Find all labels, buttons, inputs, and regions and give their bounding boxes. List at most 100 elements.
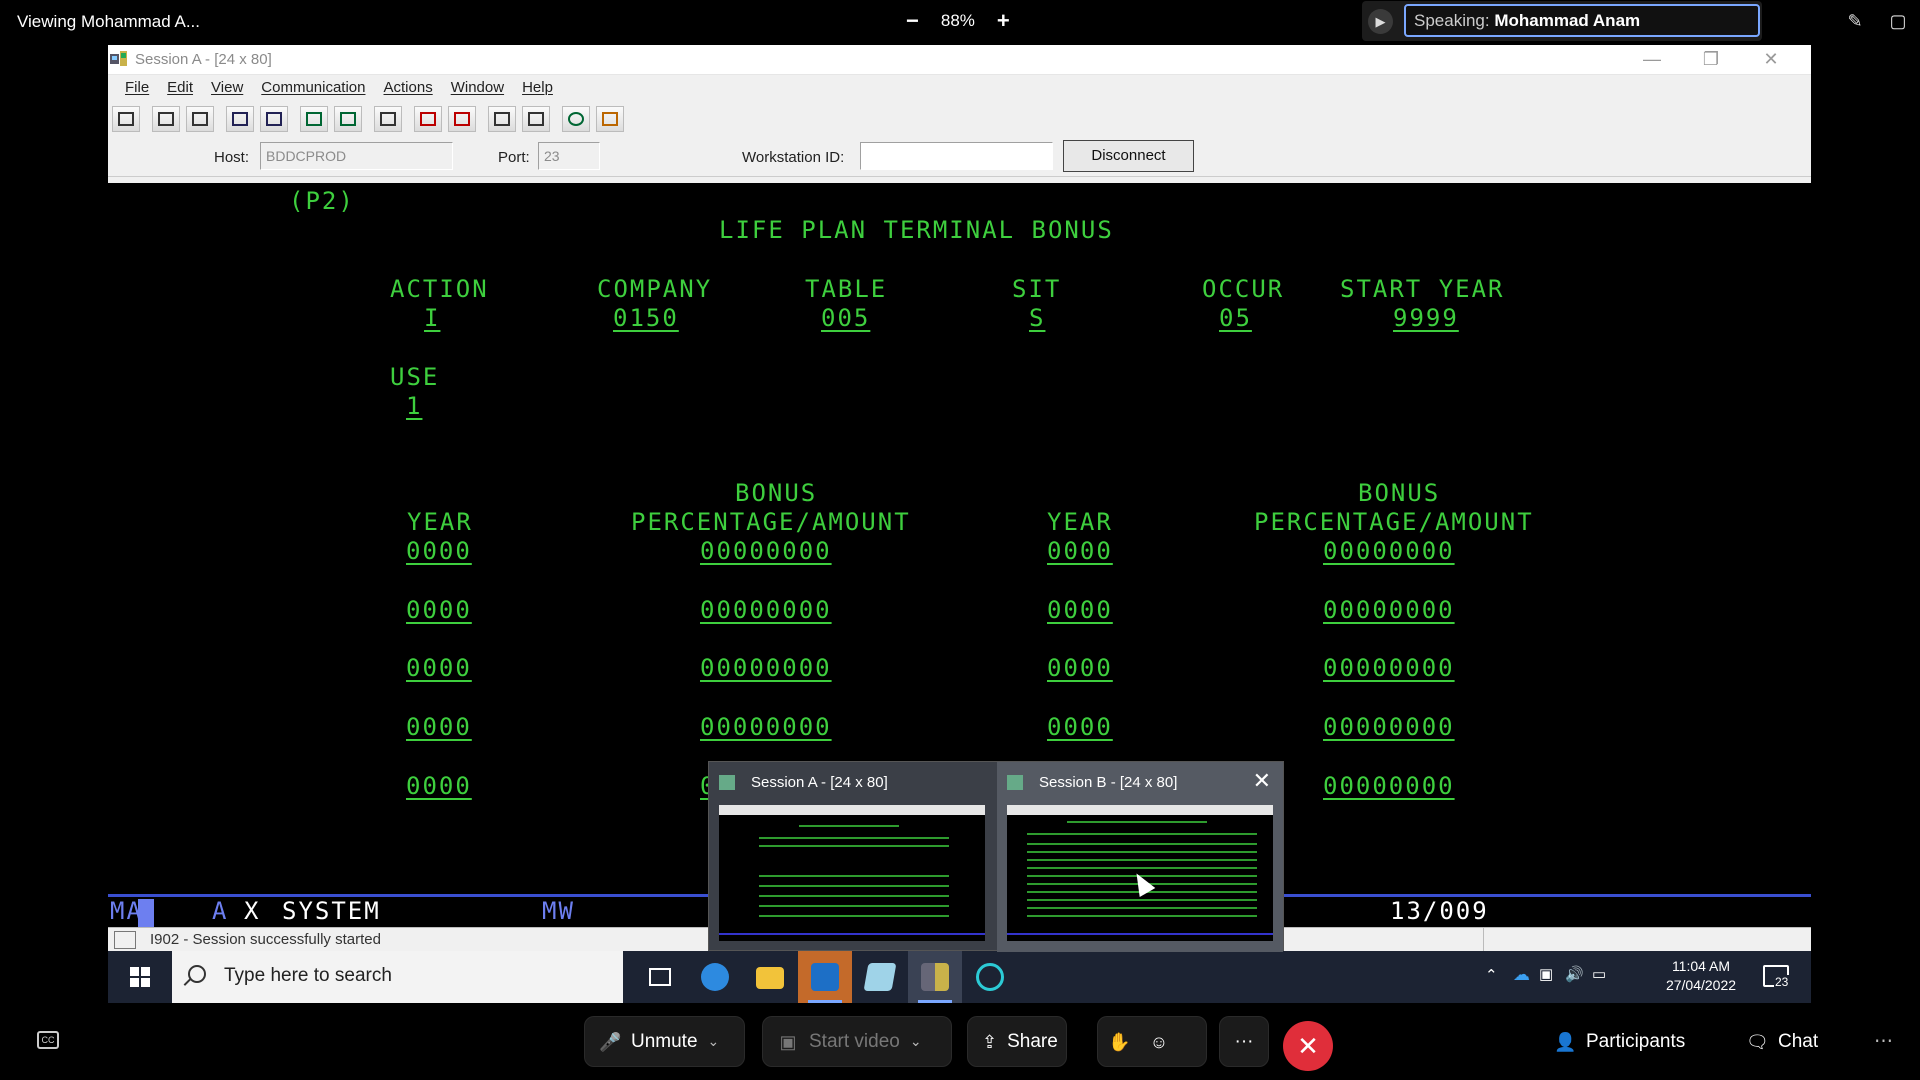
restore-icon[interactable]: ❐: [1688, 47, 1734, 71]
start-button[interactable]: [108, 951, 172, 1003]
amount-field[interactable]: 00000000: [1323, 772, 1455, 800]
action-field[interactable]: I: [424, 304, 440, 332]
notepad-icon[interactable]: [853, 951, 907, 1003]
menu-view[interactable]: View: [202, 75, 252, 101]
menu-actions[interactable]: Actions: [375, 75, 442, 101]
amount-field[interactable]: 00000000: [700, 596, 832, 624]
year-field[interactable]: 0000: [406, 654, 472, 682]
preview-thumbnail: [719, 805, 985, 941]
year-field[interactable]: 0000: [1047, 713, 1113, 741]
year-field[interactable]: 0000: [406, 772, 472, 800]
table-field[interactable]: 005: [821, 304, 870, 332]
year-label-right: YEAR: [1047, 508, 1113, 536]
company-field[interactable]: 0150: [613, 304, 679, 332]
use-field[interactable]: 1: [406, 392, 422, 420]
close-icon[interactable]: ✕: [1253, 768, 1271, 794]
preview-session-a[interactable]: Session A - [24 x 80]: [709, 762, 995, 952]
overflow-menu-icon[interactable]: ⋯: [1860, 1016, 1907, 1067]
amount-field[interactable]: 00000000: [1323, 654, 1455, 682]
terminal-emulator-icon[interactable]: [908, 951, 962, 1003]
speaking-label: Speaking:: [1414, 11, 1490, 30]
sit-field[interactable]: S: [1029, 304, 1045, 332]
workstation-field[interactable]: [860, 142, 1053, 170]
help-icon[interactable]: [596, 106, 624, 132]
chevron-down-icon[interactable]: ⌄: [910, 1033, 922, 1050]
year-field[interactable]: 0000: [406, 713, 472, 741]
keyboard-map-icon[interactable]: [334, 106, 362, 132]
chevron-down-icon[interactable]: ⌄: [708, 1033, 720, 1050]
meeting-top-bar: Viewing Mohammad A... − 88% + ▶ Speaking…: [0, 0, 1920, 45]
leave-meeting-button[interactable]: ✕: [1283, 1021, 1333, 1071]
disconnect-button[interactable]: Disconnect: [1063, 140, 1194, 172]
notifications-icon[interactable]: 23: [1763, 965, 1790, 989]
record-macro-icon[interactable]: [414, 106, 442, 132]
menu-file[interactable]: File: [116, 75, 158, 101]
stop-macro-icon[interactable]: [448, 106, 476, 132]
share-button[interactable]: ⇪ Share: [967, 1016, 1067, 1067]
play-macro-icon[interactable]: [488, 106, 516, 132]
pause-macro-icon[interactable]: [522, 106, 550, 132]
battery-icon[interactable]: ▭: [1592, 965, 1606, 983]
amount-field[interactable]: 00000000: [700, 713, 832, 741]
start-year-field[interactable]: 9999: [1393, 304, 1459, 332]
outlook-icon[interactable]: [798, 951, 852, 1003]
reactions-icon[interactable]: ☺: [1148, 1031, 1170, 1053]
menu-communication[interactable]: Communication: [252, 75, 374, 101]
participants-button[interactable]: 👤 Participants: [1540, 1016, 1699, 1067]
use-label: USE: [390, 363, 440, 391]
amount-field[interactable]: 00000000: [1323, 713, 1455, 741]
window-titlebar[interactable]: Session A - [24 x 80] — ❐ ✕: [108, 45, 1811, 75]
annotate-icon[interactable]: ✎: [1844, 10, 1866, 32]
amount-field[interactable]: 00000000: [700, 537, 832, 565]
amount-field[interactable]: 00000000: [1323, 596, 1455, 624]
copy-icon[interactable]: [152, 106, 180, 132]
macro-icon[interactable]: [374, 106, 402, 132]
minimize-icon[interactable]: —: [1629, 47, 1675, 71]
paste-icon[interactable]: [186, 106, 214, 132]
network-icon[interactable]: ▣: [1539, 965, 1553, 983]
menu-edit[interactable]: Edit: [158, 75, 202, 101]
year-field[interactable]: 0000: [1047, 537, 1113, 565]
view-options-icon[interactable]: ▢: [1887, 10, 1909, 32]
closed-captions-icon[interactable]: CC: [37, 1031, 59, 1049]
chevron-right-icon[interactable]: ▶: [1368, 9, 1393, 34]
zoom-out-button[interactable]: −: [906, 10, 919, 32]
year-field[interactable]: 0000: [1047, 596, 1113, 624]
viewing-label[interactable]: Viewing Mohammad A...: [17, 12, 200, 32]
chevron-up-icon[interactable]: ⌃: [1485, 966, 1498, 984]
header-occur: OCCUR: [1202, 275, 1285, 303]
taskbar-search[interactable]: Type here to search: [172, 951, 623, 1003]
edge-icon[interactable]: [688, 951, 742, 1003]
amount-field[interactable]: 00000000: [1323, 537, 1455, 565]
close-icon[interactable]: ✕: [1748, 47, 1794, 71]
year-field[interactable]: 0000: [406, 596, 472, 624]
year-field[interactable]: 0000: [406, 537, 472, 565]
globe-icon[interactable]: [562, 106, 590, 132]
menu-window[interactable]: Window: [442, 75, 513, 101]
receive-file-icon[interactable]: [260, 106, 288, 132]
file-explorer-icon[interactable]: [743, 951, 797, 1003]
active-speaker-indicator[interactable]: Speaking: Mohammad Anam: [1404, 4, 1760, 37]
chat-button[interactable]: 🗨 Chat: [1732, 1016, 1832, 1067]
port-field[interactable]: 23: [538, 142, 600, 170]
webex-icon[interactable]: [963, 951, 1017, 1003]
occur-field[interactable]: 05: [1219, 304, 1252, 332]
display-setup-icon[interactable]: [300, 106, 328, 132]
zoom-in-button[interactable]: +: [997, 10, 1010, 32]
year-field[interactable]: 0000: [1047, 654, 1113, 682]
print-screen-icon[interactable]: [112, 106, 140, 132]
raise-hand-icon[interactable]: ✋: [1108, 1031, 1130, 1053]
start-video-button[interactable]: ▣ Start video ⌄: [762, 1016, 952, 1067]
amount-field[interactable]: 00000000: [700, 654, 832, 682]
send-file-icon[interactable]: [226, 106, 254, 132]
onedrive-icon[interactable]: ☁: [1513, 965, 1530, 985]
volume-icon[interactable]: 🔊: [1565, 965, 1584, 983]
host-field[interactable]: BDDCPROD: [260, 142, 453, 170]
more-options-label: ···: [1234, 1030, 1254, 1052]
task-view-icon[interactable]: [633, 951, 687, 1003]
preview-session-b[interactable]: Session B - [24 x 80] ✕: [997, 762, 1283, 952]
more-options-button[interactable]: ···: [1219, 1016, 1269, 1067]
taskbar-clock[interactable]: 11:04 AM 27/04/2022: [1661, 957, 1741, 995]
menu-help[interactable]: Help: [513, 75, 562, 101]
unmute-button[interactable]: 🎤 Unmute ⌄: [584, 1016, 745, 1067]
